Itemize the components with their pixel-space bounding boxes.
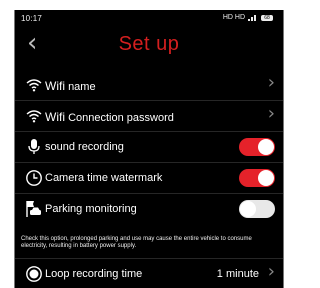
chevron-right-icon: › (267, 72, 275, 93)
parking-note: Check this option, prolonged parking and… (21, 236, 252, 249)
time-watermark-row: Camera time watermark (15, 163, 283, 194)
clock-icon (26, 170, 42, 186)
parking-monitoring-toggle[interactable] (239, 200, 275, 218)
wifi-icon (26, 110, 42, 123)
header: ‹ Set up (15, 28, 283, 62)
loop-recording-row[interactable]: Loop recording time 1 minute › (15, 258, 283, 288)
wifi-password-row[interactable]: Wifi Connection password › (15, 101, 283, 132)
chevron-right-icon: › (267, 261, 275, 282)
wifi-password-label: Wifi Connection password (45, 110, 174, 124)
wifi-name-row[interactable]: Wifi name › (15, 70, 283, 101)
sound-recording-label: sound recording (45, 141, 124, 153)
wifi-name-label: Wifi name (45, 79, 96, 93)
toggle-knob (240, 201, 256, 217)
parking-car-icon (26, 201, 41, 217)
chevron-right-icon: › (267, 103, 275, 124)
status-time: 10:17 (21, 14, 43, 23)
sound-recording-row: sound recording (15, 132, 283, 163)
toggle-knob (258, 139, 274, 155)
time-watermark-label: Camera time watermark (45, 172, 163, 184)
time-watermark-toggle[interactable] (239, 169, 275, 187)
loop-recording-value: 1 minute (216, 268, 259, 280)
signal-icon (248, 15, 256, 21)
phone-screen: 10:17 HD HD 68 ‹ Set up Wifi name › Wifi… (14, 10, 284, 288)
wifi-icon (26, 79, 42, 92)
parking-monitoring-label: Parking monitoring (45, 203, 137, 215)
toggle-knob (258, 170, 274, 186)
record-icon (26, 266, 42, 282)
battery-icon: 68 (261, 14, 273, 21)
status-indicators: HD HD 68 (223, 14, 273, 21)
loop-recording-label: Loop recording time (45, 268, 143, 280)
microphone-icon (28, 139, 40, 154)
sound-recording-toggle[interactable] (239, 138, 275, 156)
network-indicators: HD HD (222, 14, 245, 21)
status-bar: 10:17 HD HD 68 (15, 10, 283, 28)
parking-monitoring-row: Parking monitoring (15, 194, 283, 234)
page-title: Set up (118, 33, 180, 55)
